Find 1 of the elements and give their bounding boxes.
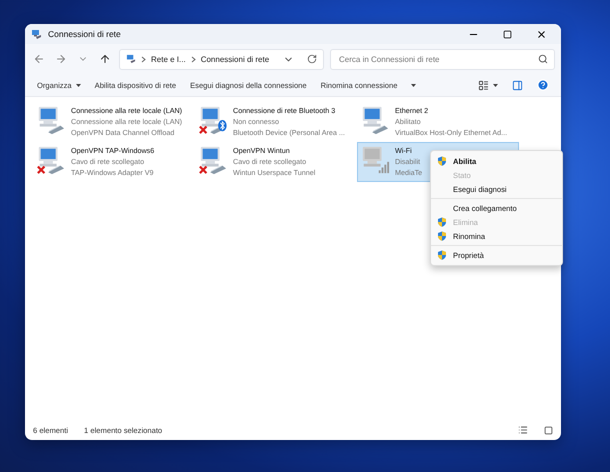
window-title: Connessioni di rete bbox=[48, 29, 122, 39]
